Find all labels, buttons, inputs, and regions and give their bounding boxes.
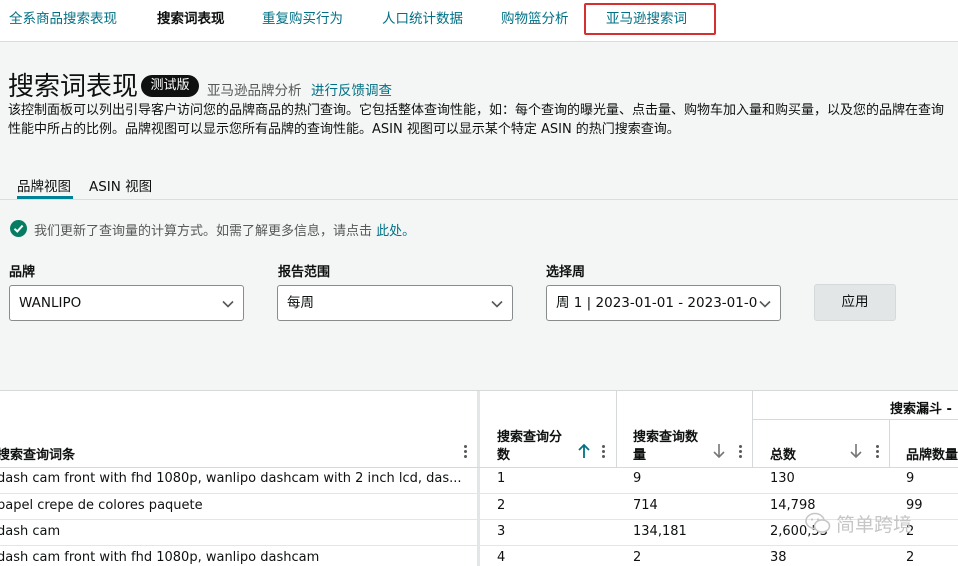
notice-link[interactable]: 此处。 bbox=[376, 224, 415, 239]
column-header-volume-line2[interactable]: 量 bbox=[633, 444, 646, 463]
row-divider bbox=[0, 545, 958, 546]
cell-brand-count: 2 bbox=[906, 550, 915, 565]
brand-select[interactable]: WANLIPO bbox=[9, 285, 244, 321]
cell-volume: 9 bbox=[633, 471, 642, 486]
brand-analytics-link[interactable]: 亚马逊品牌分析 bbox=[207, 79, 302, 99]
tab-divider bbox=[0, 199, 958, 200]
cell-score: 1 bbox=[497, 471, 506, 486]
tab-brand-view[interactable]: 品牌视图 bbox=[17, 175, 71, 195]
column-divider bbox=[889, 419, 890, 467]
column-header-brand-count[interactable]: 品牌数量 bbox=[906, 444, 958, 463]
cell-score: 3 bbox=[497, 524, 506, 539]
feedback-survey-link[interactable]: 进行反馈调查 bbox=[311, 79, 392, 99]
tab-demographics[interactable]: 人口统计数据 bbox=[382, 0, 463, 40]
page-title: 搜索词表现 bbox=[8, 72, 139, 102]
cell-query[interactable]: dash cam bbox=[0, 524, 467, 539]
wechat-logo-icon bbox=[805, 512, 831, 533]
cell-score: 4 bbox=[497, 550, 506, 565]
cell-query[interactable]: dash cam front with fhd 1080p, wanlipo d… bbox=[0, 550, 467, 565]
report-range-value: 每周 bbox=[287, 295, 314, 311]
column-header-volume-line1[interactable]: 搜索查询数 bbox=[633, 426, 698, 445]
chevron-down-icon bbox=[222, 300, 234, 308]
cell-volume: 714 bbox=[633, 498, 658, 513]
column-menu-icon[interactable] bbox=[876, 445, 880, 459]
column-header-total[interactable]: 总数 bbox=[770, 444, 796, 463]
column-header-score-line1[interactable]: 搜索查询分 bbox=[497, 426, 562, 445]
chevron-down-icon bbox=[759, 300, 771, 308]
cell-query[interactable]: papel crepe de colores paquete bbox=[0, 498, 467, 513]
chevron-down-icon bbox=[491, 300, 503, 308]
highlight-box bbox=[584, 3, 716, 35]
cell-total: 38 bbox=[770, 550, 787, 565]
week-select[interactable]: 周 1 | 2023-01-01 - 2023-01-0 bbox=[546, 285, 781, 321]
beta-badge: 测试版 bbox=[141, 75, 199, 97]
column-header-score-line2[interactable]: 数 bbox=[497, 444, 510, 463]
cell-total: 14,798 bbox=[770, 498, 816, 513]
sort-ascending-icon[interactable] bbox=[577, 443, 591, 459]
funnel-group-header: 搜索漏斗 - bbox=[890, 402, 952, 417]
top-nav: 全系商品搜索表现 搜索词表现 重复购买行为 人口统计数据 购物篮分析 亚马逊搜索… bbox=[0, 0, 958, 42]
tab-search-query-performance[interactable]: 搜索词表现 bbox=[157, 0, 225, 40]
tab-catalog-performance[interactable]: 全系商品搜索表现 bbox=[9, 0, 117, 40]
cell-total: 130 bbox=[770, 471, 795, 486]
row-divider bbox=[0, 493, 958, 494]
week-select-value: 周 1 | 2023-01-01 - 2023-01-0 bbox=[556, 295, 758, 311]
column-divider bbox=[616, 391, 617, 467]
sort-descending-icon[interactable] bbox=[849, 443, 863, 459]
report-range-select[interactable]: 每周 bbox=[277, 285, 513, 321]
page-description: 该控制面板可以列出引导客户访问您的品牌商品的热门查询。它包括整体查询性能，如：每… bbox=[8, 103, 945, 137]
results-table: 搜索漏斗 - 搜索查询词条 搜索查询分 数 搜索查询数 量 总数 品牌数量 da… bbox=[0, 390, 958, 566]
cell-volume: 2 bbox=[633, 550, 642, 565]
report-range-label: 报告范围 bbox=[278, 265, 331, 280]
sort-descending-icon[interactable] bbox=[712, 443, 726, 459]
watermark-text: 简单跨境 bbox=[836, 514, 913, 536]
column-divider bbox=[752, 391, 753, 467]
cell-score: 2 bbox=[497, 498, 506, 513]
success-check-icon bbox=[10, 220, 27, 237]
notice-text: 我们更新了查询量的计算方式。如需了解更多信息，请点击 此处。 bbox=[34, 220, 415, 239]
brand-label: 品牌 bbox=[9, 265, 36, 280]
tab-market-basket[interactable]: 购物篮分析 bbox=[501, 0, 569, 40]
column-menu-icon[interactable] bbox=[602, 445, 606, 459]
apply-button[interactable]: 应用 bbox=[814, 284, 896, 321]
tab-repeat-purchase[interactable]: 重复购买行为 bbox=[262, 0, 343, 40]
column-header-query[interactable]: 搜索查询词条 bbox=[0, 444, 75, 463]
notice-message: 我们更新了查询量的计算方式。如需了解更多信息，请点击 bbox=[34, 224, 373, 239]
week-label: 选择周 bbox=[546, 265, 586, 280]
cell-volume: 134,181 bbox=[633, 524, 687, 539]
cell-query[interactable]: dash cam front with fhd 1080p, wanlipo d… bbox=[0, 471, 467, 486]
group-header-divider bbox=[752, 419, 958, 420]
frozen-column-divider bbox=[477, 391, 480, 566]
column-menu-icon[interactable] bbox=[739, 445, 743, 459]
brand-select-value: WANLIPO bbox=[19, 295, 82, 311]
cell-brand-count: 9 bbox=[906, 471, 915, 486]
tab-asin-view[interactable]: ASIN 视图 bbox=[89, 175, 152, 195]
header-divider bbox=[0, 467, 958, 468]
column-menu-icon[interactable] bbox=[464, 445, 468, 459]
